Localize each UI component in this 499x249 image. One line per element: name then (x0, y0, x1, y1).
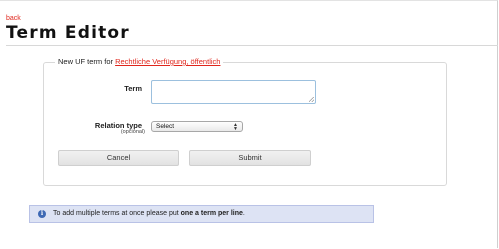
legend-text: New UF term for (58, 57, 116, 66)
info-text: To add multiple terms at once please put… (53, 206, 245, 222)
form-legend: New UF term for Rechtliche Verfügung, öf… (55, 56, 224, 67)
select-arrows-icon: ▲ ▼ (233, 121, 238, 132)
submit-button[interactable]: Submit (189, 150, 311, 166)
title-divider (6, 45, 498, 46)
resize-grip-icon[interactable] (309, 97, 314, 102)
term-textarea[interactable] (151, 80, 316, 104)
info-text-bold: one a term per line (180, 210, 243, 217)
term-label: Term (124, 84, 142, 93)
info-text-suffix: . (242, 210, 245, 217)
cancel-button[interactable]: Cancel (58, 150, 179, 166)
back-link[interactable]: back (6, 15, 21, 23)
info-message: i To add multiple terms at once please p… (29, 205, 374, 223)
relation-selected-value: Select (156, 123, 175, 130)
info-icon: i (38, 210, 46, 218)
relation-type-hint: (opcional) (120, 129, 145, 135)
concept-link[interactable]: Rechtliche Verfügung, öffentlich (115, 57, 220, 66)
info-text-prefix: To add multiple terms at once please put (53, 210, 181, 217)
page-title: Term Editor (6, 23, 130, 43)
relation-type-select[interactable]: Select ▲ ▼ (151, 121, 243, 132)
